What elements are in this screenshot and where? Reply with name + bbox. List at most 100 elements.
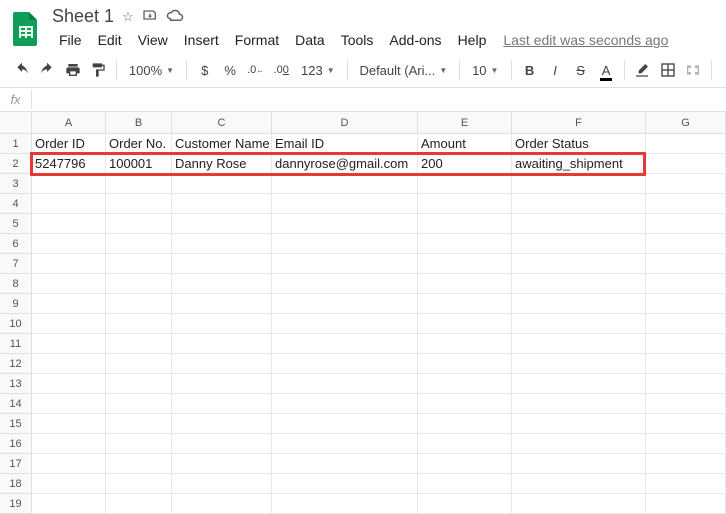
row-header-2[interactable]: 2 xyxy=(0,154,32,174)
cell-C2[interactable]: Danny Rose xyxy=(172,154,272,174)
cell-F18[interactable] xyxy=(512,474,646,494)
cell-E2[interactable]: 200 xyxy=(418,154,512,174)
cell-D4[interactable] xyxy=(272,194,418,214)
cell-E4[interactable] xyxy=(418,194,512,214)
row-header-13[interactable]: 13 xyxy=(0,374,32,394)
menu-format[interactable]: Format xyxy=(228,29,286,51)
cell-A18[interactable] xyxy=(32,474,106,494)
row-header-7[interactable]: 7 xyxy=(0,254,32,274)
cell-B15[interactable] xyxy=(106,414,172,434)
cell-D8[interactable] xyxy=(272,274,418,294)
cell-A9[interactable] xyxy=(32,294,106,314)
more-formats-select[interactable]: 123▼ xyxy=(295,57,341,83)
cell-A2[interactable]: 5247796 xyxy=(32,154,106,174)
cell-A4[interactable] xyxy=(32,194,106,214)
cell-B8[interactable] xyxy=(106,274,172,294)
cell-E19[interactable] xyxy=(418,494,512,514)
cell-A7[interactable] xyxy=(32,254,106,274)
column-header-F[interactable]: F xyxy=(512,112,646,134)
paint-format-button[interactable] xyxy=(87,57,111,83)
cell-B17[interactable] xyxy=(106,454,172,474)
cell-F3[interactable] xyxy=(512,174,646,194)
cell-C4[interactable] xyxy=(172,194,272,214)
borders-button[interactable] xyxy=(656,57,680,83)
cell-B2[interactable]: 100001 xyxy=(106,154,172,174)
cell-F16[interactable] xyxy=(512,434,646,454)
row-header-14[interactable]: 14 xyxy=(0,394,32,414)
cell-C9[interactable] xyxy=(172,294,272,314)
cell-E15[interactable] xyxy=(418,414,512,434)
menu-view[interactable]: View xyxy=(131,29,175,51)
column-header-A[interactable]: A xyxy=(32,112,106,134)
cell-C5[interactable] xyxy=(172,214,272,234)
column-header-D[interactable]: D xyxy=(272,112,418,134)
cell-B9[interactable] xyxy=(106,294,172,314)
row-header-15[interactable]: 15 xyxy=(0,414,32,434)
cell-G15[interactable] xyxy=(646,414,726,434)
move-icon[interactable] xyxy=(142,7,158,26)
cell-C10[interactable] xyxy=(172,314,272,334)
cell-E7[interactable] xyxy=(418,254,512,274)
print-button[interactable] xyxy=(61,57,85,83)
sheets-logo[interactable] xyxy=(10,9,42,49)
menu-help[interactable]: Help xyxy=(451,29,494,51)
cell-D10[interactable] xyxy=(272,314,418,334)
cell-G3[interactable] xyxy=(646,174,726,194)
menu-addons[interactable]: Add-ons xyxy=(382,29,448,51)
cell-F8[interactable] xyxy=(512,274,646,294)
cell-E11[interactable] xyxy=(418,334,512,354)
cell-C16[interactable] xyxy=(172,434,272,454)
cell-C3[interactable] xyxy=(172,174,272,194)
cell-E18[interactable] xyxy=(418,474,512,494)
cell-B19[interactable] xyxy=(106,494,172,514)
bold-button[interactable]: B xyxy=(518,57,542,83)
cell-F17[interactable] xyxy=(512,454,646,474)
cell-A17[interactable] xyxy=(32,454,106,474)
cell-G10[interactable] xyxy=(646,314,726,334)
row-header-8[interactable]: 8 xyxy=(0,274,32,294)
redo-button[interactable] xyxy=(36,57,60,83)
column-header-E[interactable]: E xyxy=(418,112,512,134)
cell-G16[interactable] xyxy=(646,434,726,454)
cell-D3[interactable] xyxy=(272,174,418,194)
row-header-11[interactable]: 11 xyxy=(0,334,32,354)
cell-G7[interactable] xyxy=(646,254,726,274)
cell-D6[interactable] xyxy=(272,234,418,254)
cell-A11[interactable] xyxy=(32,334,106,354)
cell-C17[interactable] xyxy=(172,454,272,474)
cell-F13[interactable] xyxy=(512,374,646,394)
star-icon[interactable]: ☆ xyxy=(122,9,134,25)
cell-A16[interactable] xyxy=(32,434,106,454)
cell-G8[interactable] xyxy=(646,274,726,294)
cell-D12[interactable] xyxy=(272,354,418,374)
cell-G19[interactable] xyxy=(646,494,726,514)
cell-D17[interactable] xyxy=(272,454,418,474)
cell-D13[interactable] xyxy=(272,374,418,394)
cloud-status-icon[interactable] xyxy=(166,8,184,25)
cell-B4[interactable] xyxy=(106,194,172,214)
menu-file[interactable]: File xyxy=(52,29,89,51)
cell-A12[interactable] xyxy=(32,354,106,374)
cell-D2[interactable]: dannyrose@gmail.com xyxy=(272,154,418,174)
row-header-1[interactable]: 1 xyxy=(0,134,32,154)
cell-F1[interactable]: Order Status xyxy=(512,134,646,154)
cell-A15[interactable] xyxy=(32,414,106,434)
row-header-9[interactable]: 9 xyxy=(0,294,32,314)
cell-D16[interactable] xyxy=(272,434,418,454)
row-header-18[interactable]: 18 xyxy=(0,474,32,494)
cell-A1[interactable]: Order ID xyxy=(32,134,106,154)
cell-F9[interactable] xyxy=(512,294,646,314)
cell-F2[interactable]: awaiting_shipment xyxy=(512,154,646,174)
cell-A10[interactable] xyxy=(32,314,106,334)
cell-F6[interactable] xyxy=(512,234,646,254)
cell-F11[interactable] xyxy=(512,334,646,354)
cell-B1[interactable]: Order No. xyxy=(106,134,172,154)
cell-A8[interactable] xyxy=(32,274,106,294)
decrease-decimals-button[interactable]: .0← xyxy=(244,57,268,83)
row-header-12[interactable]: 12 xyxy=(0,354,32,374)
cell-E10[interactable] xyxy=(418,314,512,334)
cell-F14[interactable] xyxy=(512,394,646,414)
cell-G12[interactable] xyxy=(646,354,726,374)
cell-F4[interactable] xyxy=(512,194,646,214)
cell-B7[interactable] xyxy=(106,254,172,274)
